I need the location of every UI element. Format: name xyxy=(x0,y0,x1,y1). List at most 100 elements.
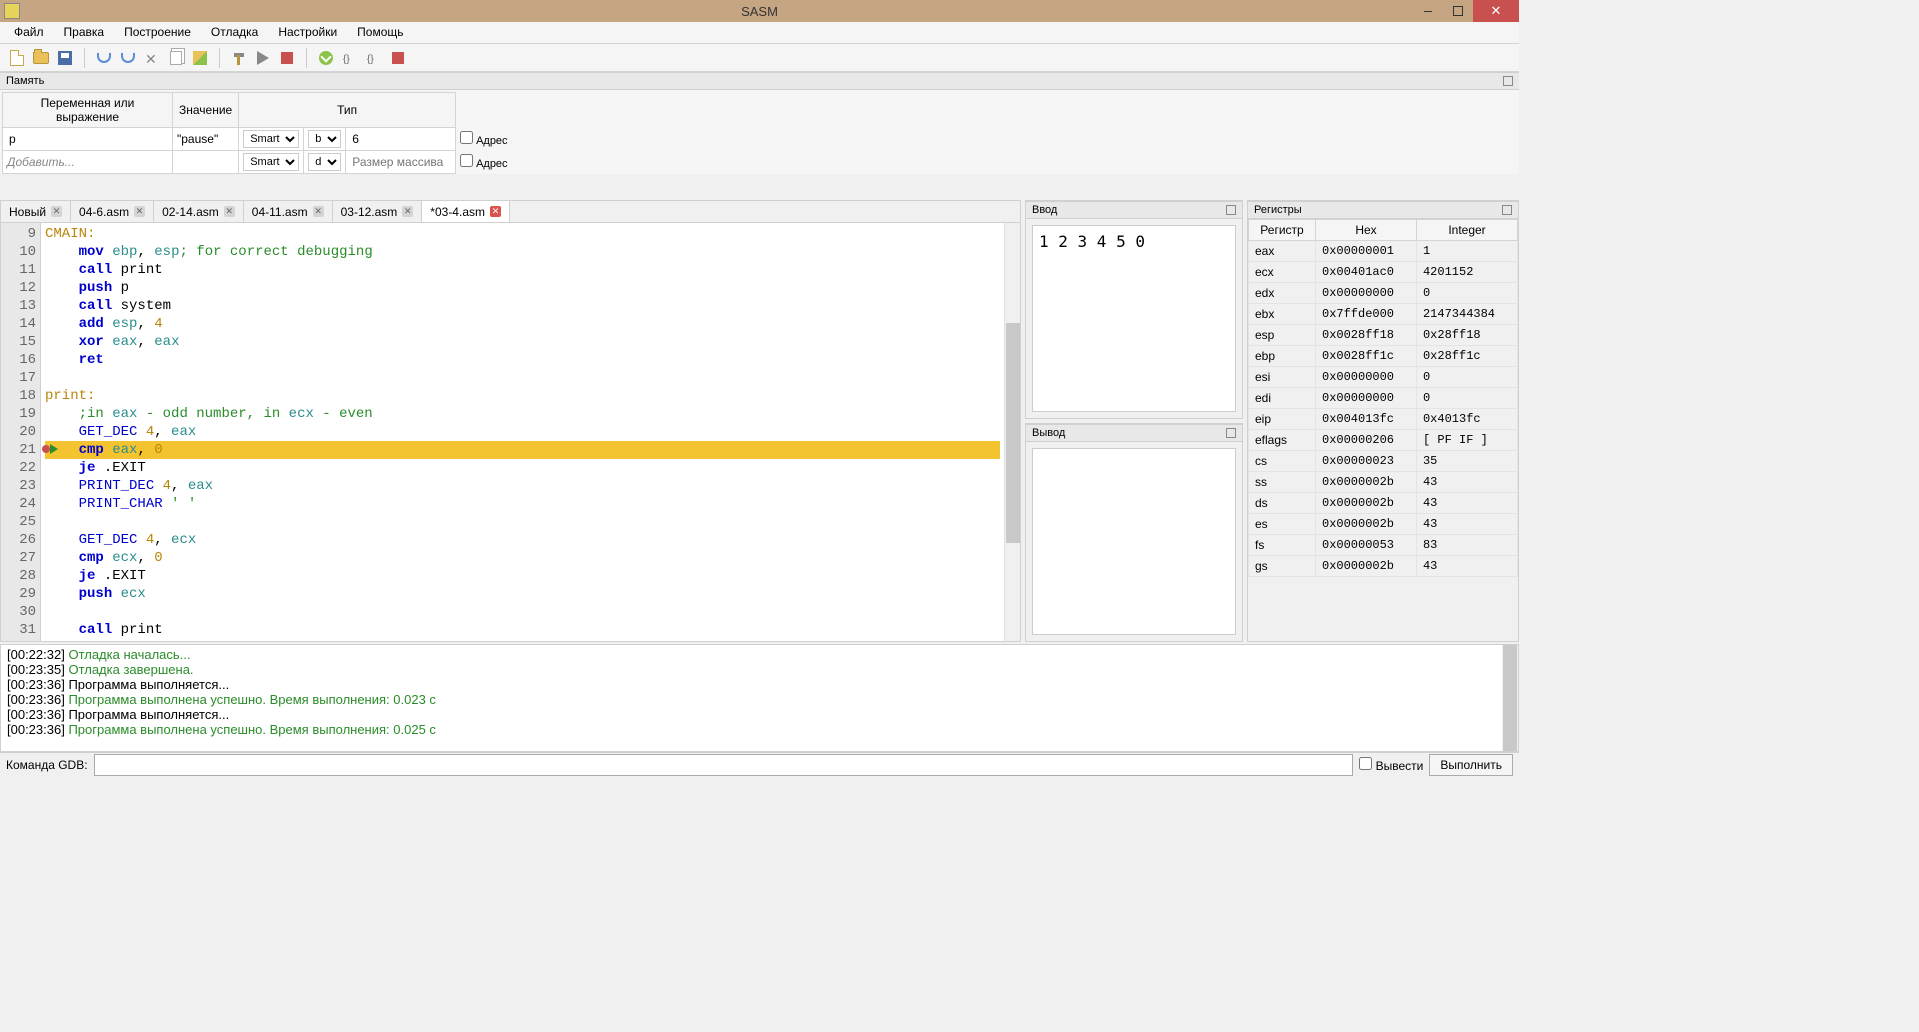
tab-0[interactable]: Новый✕ xyxy=(1,201,71,222)
reg-header-int: Integer xyxy=(1416,220,1517,241)
mem-sz-select[interactable]: d xyxy=(308,153,341,171)
undo-button[interactable] xyxy=(93,47,115,69)
log-line: [00:22:32] Отладка началась... xyxy=(7,647,1512,662)
stop-debug-icon xyxy=(392,52,404,64)
memory-row: Добавить... Smart d Адрес xyxy=(3,151,514,174)
maximize-button[interactable] xyxy=(1443,0,1473,22)
register-row: ds0x0000002b43 xyxy=(1249,493,1518,514)
register-row: fs0x0000005383 xyxy=(1249,535,1518,556)
memory-title: Память xyxy=(6,75,44,87)
register-row: cs0x0000002335 xyxy=(1249,451,1518,472)
tab-close-icon[interactable]: ✕ xyxy=(134,206,145,217)
mem-addr-checkbox[interactable] xyxy=(460,131,473,144)
save-button[interactable] xyxy=(54,47,76,69)
menu-0[interactable]: Файл xyxy=(4,22,54,43)
menu-4[interactable]: Настройки xyxy=(268,22,347,43)
mem-len-input[interactable] xyxy=(350,153,451,171)
register-row: eax0x000000011 xyxy=(1249,241,1518,262)
mem-fmt-select[interactable]: Smart xyxy=(243,153,299,171)
gdb-run-button[interactable]: Выполнить xyxy=(1429,754,1513,776)
register-row: esi0x000000000 xyxy=(1249,367,1518,388)
close-button[interactable] xyxy=(1473,0,1519,22)
input-textarea[interactable] xyxy=(1032,225,1236,412)
build-button[interactable] xyxy=(228,47,250,69)
registers-title: Регистры xyxy=(1254,204,1302,216)
dock-icon[interactable] xyxy=(1226,205,1236,215)
tab-4[interactable]: 03-12.asm✕ xyxy=(333,201,423,222)
redo-icon xyxy=(121,53,135,63)
tools-icon xyxy=(145,51,159,65)
new-button[interactable] xyxy=(6,47,28,69)
mem-addr-checkbox[interactable] xyxy=(460,154,473,167)
log-line: [00:23:36] Программа выполнена успешно. … xyxy=(7,722,1512,737)
menu-3[interactable]: Отладка xyxy=(201,22,268,43)
menu-5[interactable]: Помощь xyxy=(347,22,413,43)
swap-icon xyxy=(193,51,207,65)
stop-debug-button[interactable] xyxy=(387,47,409,69)
stop-button[interactable] xyxy=(276,47,298,69)
register-row: ss0x0000002b43 xyxy=(1249,472,1518,493)
tab-5[interactable]: *03-4.asm✕ xyxy=(422,201,510,222)
menu-2[interactable]: Построение xyxy=(114,22,201,43)
mem-len-input[interactable] xyxy=(350,130,451,148)
mem-fmt-select[interactable]: Smart xyxy=(243,130,299,148)
register-row: ecx0x00401ac04201152 xyxy=(1249,262,1518,283)
output-textarea[interactable] xyxy=(1032,448,1236,635)
dock-icon[interactable] xyxy=(1502,205,1512,215)
copy-icon xyxy=(170,51,182,65)
open-button[interactable] xyxy=(30,47,52,69)
tab-close-icon[interactable]: ✕ xyxy=(313,206,324,217)
new-icon xyxy=(10,50,24,66)
tab-3[interactable]: 04-11.asm✕ xyxy=(244,201,333,222)
save-icon xyxy=(58,51,72,65)
register-row: edx0x000000000 xyxy=(1249,283,1518,304)
gdb-input[interactable] xyxy=(94,754,1354,776)
tab-close-icon[interactable]: ✕ xyxy=(224,206,235,217)
menu-1[interactable]: Правка xyxy=(54,22,115,43)
gdb-bar: Команда GDB: Вывести Выполнить xyxy=(0,752,1519,776)
app-icon xyxy=(4,3,20,19)
editor-scrollbar[interactable] xyxy=(1004,223,1020,641)
tools-button[interactable] xyxy=(141,47,163,69)
log-line: [00:23:36] Программа выполняется... xyxy=(7,707,1512,722)
dock-icon[interactable] xyxy=(1226,428,1236,438)
reg-header-reg: Регистр xyxy=(1249,220,1316,241)
open-icon xyxy=(33,52,49,64)
register-row: ebp0x0028ff1c0x28ff1c xyxy=(1249,346,1518,367)
tab-close-icon[interactable]: ✕ xyxy=(402,206,413,217)
titlebar: SASM xyxy=(0,0,1519,22)
gdb-print-checkbox[interactable] xyxy=(1359,757,1372,770)
hammer-icon xyxy=(232,51,246,65)
step-over-button[interactable] xyxy=(339,47,361,69)
mem-sz-select[interactable]: b xyxy=(308,130,341,148)
debug-button[interactable] xyxy=(315,47,337,69)
debug-icon xyxy=(319,51,333,65)
redo-button[interactable] xyxy=(117,47,139,69)
menubar: ФайлПравкаПостроениеОтладкаНастройкиПомо… xyxy=(0,22,1519,44)
tab-close-icon[interactable]: ✕ xyxy=(490,206,501,217)
register-row: gs0x0000002b43 xyxy=(1249,556,1518,577)
mem-var-input[interactable] xyxy=(7,130,168,148)
step-into-button[interactable] xyxy=(363,47,385,69)
minimize-button[interactable] xyxy=(1413,0,1443,22)
editor-gutter[interactable]: 9101112131415161718192021222324252627282… xyxy=(1,223,41,641)
dock-icon[interactable] xyxy=(1503,76,1513,86)
mem-add-label[interactable]: Добавить... xyxy=(7,155,75,169)
tab-2[interactable]: 02-14.asm✕ xyxy=(154,201,244,222)
code-editor[interactable]: CMAIN: mov ebp, esp; for correct debuggi… xyxy=(41,223,1004,641)
mem-header-var: Переменная или выражение xyxy=(3,93,173,128)
copy-button[interactable] xyxy=(165,47,187,69)
run-button[interactable] xyxy=(252,47,274,69)
register-row: esp0x0028ff180x28ff18 xyxy=(1249,325,1518,346)
register-row: eflags0x00000206[ PF IF ] xyxy=(1249,430,1518,451)
mem-val: "pause" xyxy=(173,128,239,151)
registers-panel: Регистры Регистр Hex Integer eax0x000000… xyxy=(1247,200,1519,642)
log-scrollbar[interactable] xyxy=(1502,645,1518,751)
tab-bar: Новый✕04-6.asm✕02-14.asm✕04-11.asm✕03-12… xyxy=(1,201,1020,223)
swap-button[interactable] xyxy=(189,47,211,69)
mem-header-type: Тип xyxy=(239,93,456,128)
tab-1[interactable]: 04-6.asm✕ xyxy=(71,201,154,222)
register-row: es0x0000002b43 xyxy=(1249,514,1518,535)
tab-close-icon[interactable]: ✕ xyxy=(51,206,62,217)
log-line: [00:23:35] Отладка завершена. xyxy=(7,662,1512,677)
